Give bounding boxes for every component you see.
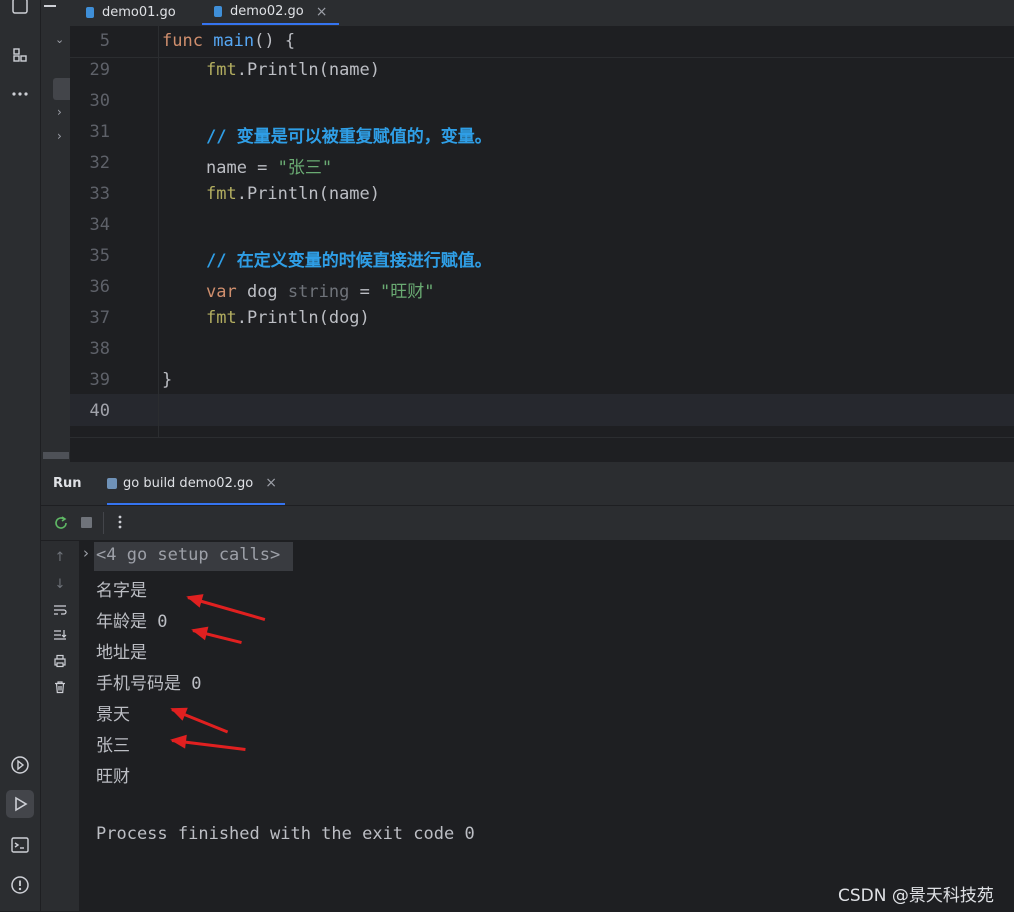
trash-icon[interactable] xyxy=(52,680,68,696)
scrollbar-thumb[interactable] xyxy=(43,452,69,459)
line-number: 39 xyxy=(89,370,110,390)
chevron-right-icon[interactable]: › xyxy=(57,105,62,119)
line-number: 36 xyxy=(89,277,110,297)
string-literal: "张三" xyxy=(277,158,333,178)
code-text: name = xyxy=(206,158,278,178)
gutter-separator xyxy=(158,26,159,437)
code-line: var dog string = "旺财" xyxy=(206,277,435,302)
function-name: main xyxy=(213,31,255,51)
output-line: 地址是 xyxy=(96,643,147,663)
tab-label: demo01.go xyxy=(102,5,176,20)
activity-bar xyxy=(0,0,41,911)
code-text: = xyxy=(349,282,381,302)
comment-text: // 变量是可以被重复赋值的，变量。 xyxy=(206,127,492,147)
run-config-tab[interactable]: go build demo02.go × xyxy=(107,463,285,505)
code-text: .Println(name) xyxy=(236,184,381,204)
code-line: name = "张三" xyxy=(206,153,332,178)
go-file-icon xyxy=(86,7,94,18)
code-line: fmt.Println(name) xyxy=(206,184,380,204)
go-build-icon xyxy=(107,477,117,489)
scroll-to-end-icon[interactable] xyxy=(52,628,68,644)
project-icon[interactable] xyxy=(6,0,34,20)
problems-icon[interactable] xyxy=(6,871,34,899)
line-number: 5 xyxy=(99,31,110,51)
output-line: 手机号码是 0 xyxy=(96,674,202,694)
run-panel-header: Run go build demo02.go × xyxy=(41,463,1014,506)
run-config-label: go build demo02.go xyxy=(123,475,254,491)
code-text: .Println(name) xyxy=(236,60,381,80)
run-toolbar xyxy=(41,506,1014,541)
run-side-toolbar xyxy=(41,541,79,911)
line-number: 33 xyxy=(89,184,110,204)
code-text: } xyxy=(162,370,173,390)
stop-icon[interactable] xyxy=(81,517,92,528)
output-line: 景天 xyxy=(96,705,130,725)
code-line: fmt.Println(dog) xyxy=(206,308,370,328)
tab-demo02[interactable]: demo02.go × xyxy=(202,0,340,25)
line-number: 40 xyxy=(89,401,110,421)
code-text: () { xyxy=(254,31,296,51)
string-literal: "旺财" xyxy=(380,282,435,302)
close-run-tab-icon[interactable]: × xyxy=(265,475,277,491)
keyword: var xyxy=(206,282,237,302)
keyword: func xyxy=(162,31,203,51)
editor-bottom-area xyxy=(70,437,1014,463)
package-name: fmt xyxy=(206,184,237,204)
run-tool-icon[interactable] xyxy=(6,790,34,818)
line-number: 30 xyxy=(89,91,110,111)
package-name: fmt xyxy=(206,308,237,328)
tab-demo01[interactable]: demo01.go xyxy=(86,0,176,25)
more-icon[interactable] xyxy=(6,80,34,108)
line-number: 32 xyxy=(89,153,110,173)
setup-calls-label: <4 go setup calls> xyxy=(96,545,281,565)
chevron-right-icon[interactable]: › xyxy=(57,129,62,143)
line-number: 37 xyxy=(89,308,110,328)
go-file-icon xyxy=(214,6,222,17)
toolbar-divider xyxy=(103,512,104,534)
comment-line: // 在定义变量的时候直接进行赋值。 xyxy=(206,246,492,271)
project-panel-strip: ⌄ › › xyxy=(41,0,70,462)
editor-tab-bar: demo01.go demo02.go × xyxy=(70,0,1014,27)
output-line: 旺财 xyxy=(96,767,130,787)
type-name: string xyxy=(287,282,350,302)
structure-icon[interactable] xyxy=(6,41,34,69)
comment-line: // 变量是可以被重复赋值的，变量。 xyxy=(206,122,492,147)
expand-chevron-icon[interactable]: › xyxy=(83,544,89,562)
code-text: .Println(dog) xyxy=(236,308,370,328)
code-text: dog xyxy=(236,282,288,302)
process-finished-line: Process finished with the exit code 0 xyxy=(96,824,475,844)
watermark: CSDN @景天科技苑 xyxy=(838,886,994,906)
run-panel-title: Run xyxy=(53,476,82,491)
setup-calls-fold[interactable]: <4 go setup calls> xyxy=(94,542,293,571)
code-editor[interactable] xyxy=(70,26,1014,437)
output-line: 年龄是 0 xyxy=(96,612,168,632)
services-icon[interactable] xyxy=(6,751,34,779)
minimize-icon[interactable] xyxy=(44,5,56,7)
sticky-code-line: func main() { xyxy=(162,31,295,51)
tab-label: demo02.go xyxy=(230,4,304,19)
line-number: 38 xyxy=(89,339,110,359)
comment-text: // 在定义变量的时候直接进行赋值。 xyxy=(206,251,492,271)
soft-wrap-icon[interactable] xyxy=(52,603,68,619)
code-line: } xyxy=(162,370,172,390)
code-line: fmt.Println(name) xyxy=(206,60,380,80)
chevron-down-icon[interactable]: ⌄ xyxy=(55,33,64,46)
output-line: 名字是 xyxy=(96,581,147,601)
more-actions-icon[interactable] xyxy=(115,514,125,534)
line-number: 35 xyxy=(89,246,110,266)
line-number: 34 xyxy=(89,215,110,235)
close-tab-icon[interactable]: × xyxy=(316,4,328,20)
arrow-up-icon[interactable]: ↑ xyxy=(52,550,68,566)
terminal-icon[interactable] xyxy=(6,831,34,859)
arrow-down-icon[interactable]: ↓ xyxy=(52,577,68,593)
selected-tree-row[interactable] xyxy=(53,78,70,100)
rerun-icon[interactable] xyxy=(53,515,69,535)
current-line-highlight xyxy=(70,394,1014,426)
package-name: fmt xyxy=(206,60,237,80)
print-icon[interactable] xyxy=(52,654,68,670)
line-number: 31 xyxy=(89,122,110,142)
output-line: 张三 xyxy=(96,736,130,756)
line-number: 29 xyxy=(89,60,110,80)
